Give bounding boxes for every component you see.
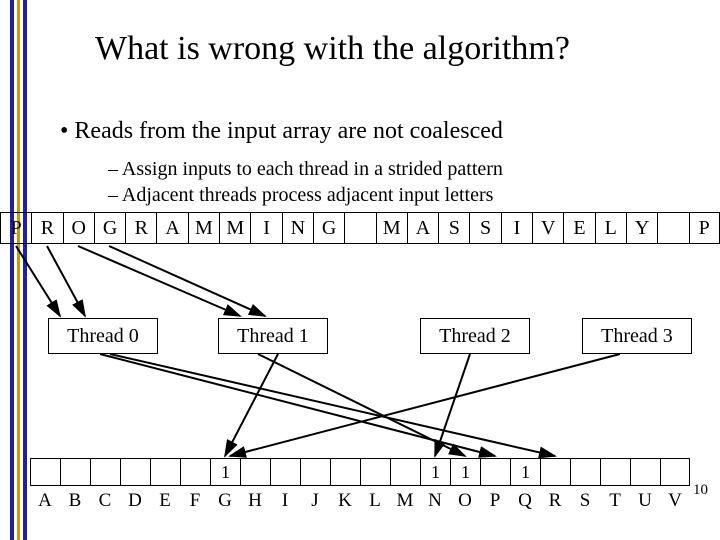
input-cell: R	[31, 212, 62, 244]
output-cell	[240, 458, 270, 486]
input-cell: S	[438, 212, 469, 244]
input-cell: O	[63, 212, 94, 244]
output-cell	[330, 458, 360, 486]
bullet-sub-2: Adjacent threads process adjacent input …	[108, 184, 493, 207]
output-label: E	[150, 490, 180, 512]
input-cell: S	[469, 212, 500, 244]
bullet-sub-1: Assign inputs to each thread in a stride…	[108, 158, 503, 181]
thread-box-0: Thread 0	[48, 318, 158, 354]
output-cell	[270, 458, 300, 486]
output-label: K	[330, 490, 360, 512]
output-cell: 1	[450, 458, 480, 486]
output-cell	[120, 458, 150, 486]
output-cell	[390, 458, 420, 486]
thread-box-1: Thread 1	[218, 318, 328, 354]
input-cell: A	[407, 212, 438, 244]
output-label: R	[540, 490, 570, 512]
input-cell: Y	[626, 212, 657, 244]
output-cell: 1	[420, 458, 450, 486]
output-cell	[480, 458, 510, 486]
input-cell: E	[563, 212, 594, 244]
input-cell: A	[156, 212, 187, 244]
output-cell	[540, 458, 570, 486]
output-cell	[150, 458, 180, 486]
input-cell: M	[376, 212, 407, 244]
output-label: L	[360, 490, 390, 512]
thread-box-2: Thread 2	[420, 318, 530, 354]
input-cell: V	[532, 212, 563, 244]
output-cell	[570, 458, 600, 486]
slide-title: What is wrong with the algorithm?	[95, 30, 570, 68]
output-label: H	[240, 490, 270, 512]
output-row: 1111	[30, 458, 690, 486]
input-cell: G	[94, 212, 125, 244]
input-cell: M	[219, 212, 250, 244]
output-label: P	[480, 490, 510, 512]
input-cell: L	[595, 212, 626, 244]
output-label: J	[300, 490, 330, 512]
slide-accent-bar	[10, 0, 29, 540]
output-cell	[660, 458, 690, 486]
output-label: S	[570, 490, 600, 512]
input-cell: P	[0, 212, 31, 244]
output-label: A	[30, 490, 60, 512]
output-cell	[60, 458, 90, 486]
output-cell	[180, 458, 210, 486]
output-cell	[600, 458, 630, 486]
input-cell: N	[282, 212, 313, 244]
output-label: I	[270, 490, 300, 512]
input-cell: R	[125, 212, 156, 244]
input-cell	[657, 212, 688, 244]
output-cell: 1	[210, 458, 240, 486]
output-label: F	[180, 490, 210, 512]
input-cell: I	[250, 212, 281, 244]
input-cell: G	[313, 212, 344, 244]
output-label: B	[60, 490, 90, 512]
input-cell: M	[188, 212, 219, 244]
input-letter-row: PROGRAMMINGMASSIVELYP	[0, 212, 720, 244]
output-label: U	[630, 490, 660, 512]
output-label: V	[660, 490, 690, 512]
output-label: G	[210, 490, 240, 512]
output-cell: 1	[510, 458, 540, 486]
input-cell: P	[689, 212, 720, 244]
output-cell	[630, 458, 660, 486]
input-cell: I	[501, 212, 532, 244]
output-label: T	[600, 490, 630, 512]
output-label: N	[420, 490, 450, 512]
output-label: C	[90, 490, 120, 512]
output-label: Q	[510, 490, 540, 512]
input-cell	[344, 212, 375, 244]
output-cell	[30, 458, 60, 486]
output-label: M	[390, 490, 420, 512]
output-cell	[300, 458, 330, 486]
output-cell	[90, 458, 120, 486]
bullet-main: Reads from the input array are not coale…	[60, 118, 503, 145]
output-label: O	[450, 490, 480, 512]
output-label: D	[120, 490, 150, 512]
thread-box-3: Thread 3	[582, 318, 692, 354]
output-labels: ABCDEFGHIJKLMNOPQRSTUV	[30, 490, 690, 512]
output-cell	[360, 458, 390, 486]
page-number: 10	[693, 482, 708, 499]
